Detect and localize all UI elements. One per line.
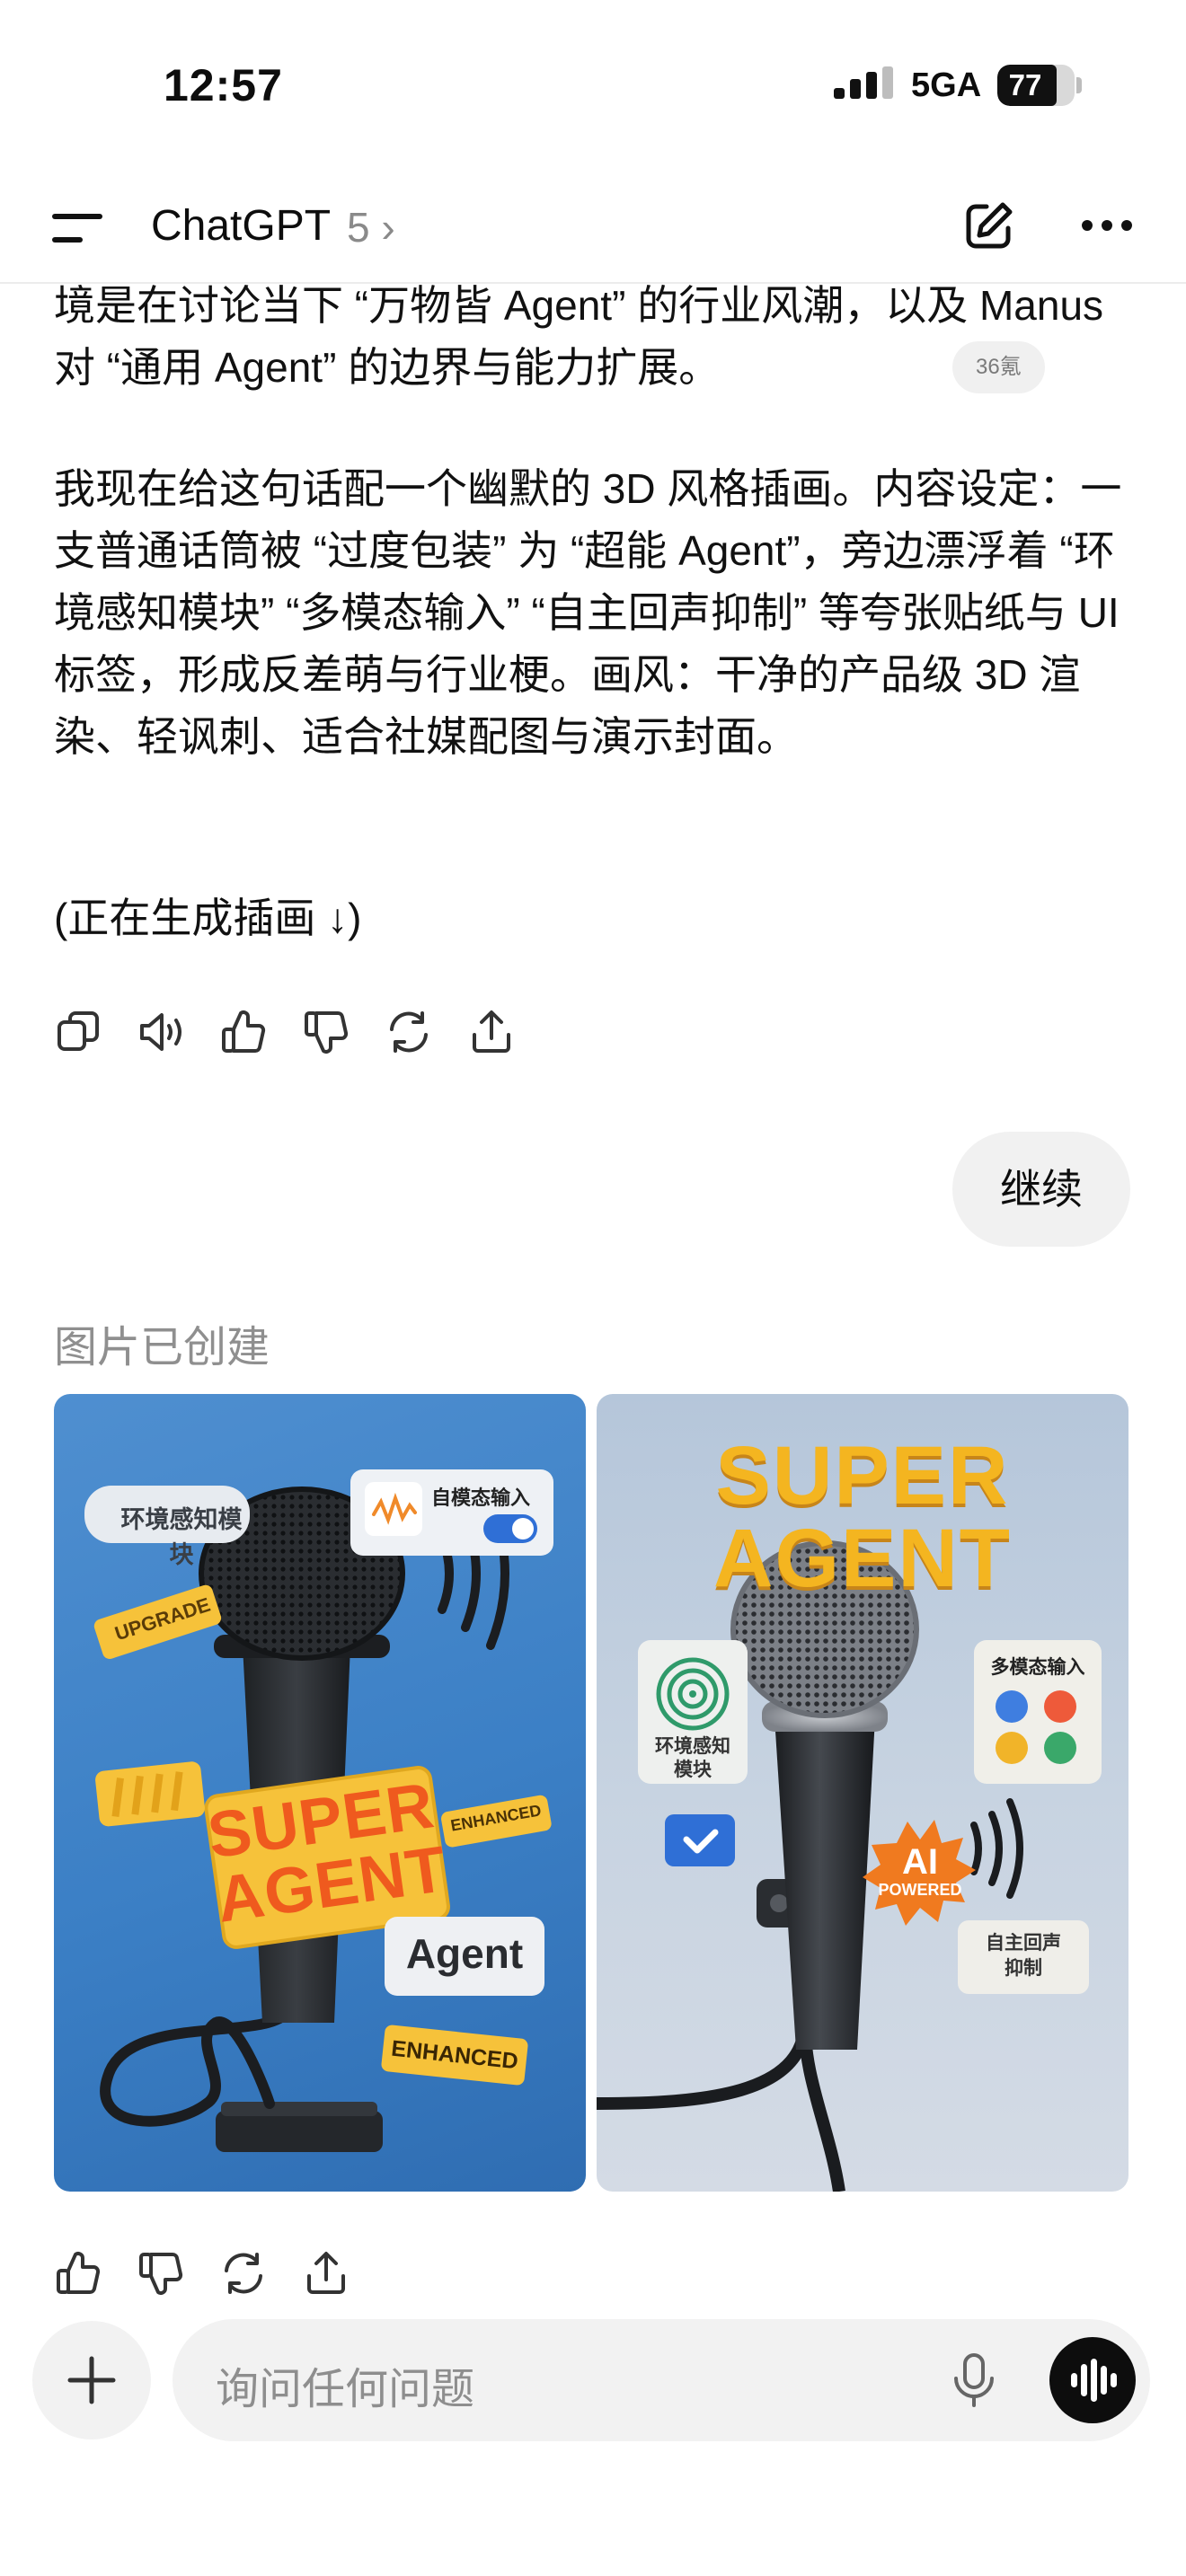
copy-icon[interactable] [54,1008,102,1056]
battery-percent: 77 [1008,68,1042,101]
super-agent-sticker: SUPER AGENT [204,1769,452,1936]
thumbs-up-icon[interactable] [219,1008,268,1056]
label-multimodal: 自模态输入 [431,1486,531,1509]
thumbs-down-icon[interactable] [137,2249,185,2298]
label-env-line2: 模块 [674,1760,712,1780]
assistant-paragraph: (正在生成插画 ↓) [54,895,362,941]
badge-ai: AI [902,1842,938,1882]
generated-image-2[interactable]: SUPER AGENT 环境感知 模块 多模态输入 AI POWERED 自主回… [597,1394,1128,2192]
thumbs-up-icon[interactable] [54,2249,102,2298]
generated-image-1[interactable]: 环境感知模块 自模态输入 UPGRADE SUPER AGENT ENHANCE… [54,1394,586,2192]
plus-icon [67,2356,116,2404]
microphone-icon[interactable] [949,2351,999,2409]
label-echo-suppression: 自主回声 抑制 [958,1931,1089,1981]
user-message-bubble: 继续 [952,1132,1130,1247]
share-icon[interactable] [467,1008,516,1056]
label-echo-line2: 抑制 [1005,1958,1042,1979]
regenerate-icon[interactable] [385,1008,433,1056]
super-agent-title: SUPER AGENT [597,1430,1128,1604]
share-icon[interactable] [302,2249,350,2298]
status-time: 12:57 [164,60,283,110]
app-title[interactable]: ChatGPT [151,201,331,251]
citation-badge[interactable]: 36氪 [952,341,1045,393]
image-created-label: 图片已创建 [54,1324,270,1372]
network-type: 5GA [911,66,982,104]
regenerate-icon[interactable] [219,2249,268,2298]
ai-powered-badge: AI POWERED [866,1843,974,1899]
voice-waveform-icon [1071,2359,1117,2402]
label-echo-line1: 自主回声 [986,1933,1061,1954]
model-selector[interactable]: 5 › [347,203,395,251]
cellular-signal-icon [834,66,893,99]
attach-button[interactable] [32,2321,151,2439]
label-env-module: 环境感知模块 [120,1506,243,1568]
super-title-line1: SUPER [715,1430,1010,1522]
menu-icon[interactable] [52,212,102,244]
new-chat-icon[interactable] [963,199,1015,251]
assistant-paragraph: 我现在给这句话配一个幽默的 3D 风格插画。内容设定：一支普通话筒被 “过度包装… [54,465,1122,760]
voice-mode-button[interactable] [1049,2337,1136,2423]
more-options-icon[interactable] [1080,214,1134,237]
battery-cap [1076,77,1082,93]
label-agent: Agent [405,1930,524,1977]
battery-icon: 77 [997,65,1075,106]
thumbs-down-icon[interactable] [302,1008,350,1056]
super-title-line2: AGENT [713,1513,1012,1604]
badge-powered: POWERED [878,1881,962,1899]
label-env-module: 环境感知 模块 [638,1735,748,1782]
label-env-line1: 环境感知 [655,1736,730,1757]
read-aloud-icon[interactable] [137,1008,185,1056]
label-multimodal: 多模态输入 [990,1657,1085,1678]
message-input-placeholder[interactable]: 询问任何问题 [216,2353,474,2416]
